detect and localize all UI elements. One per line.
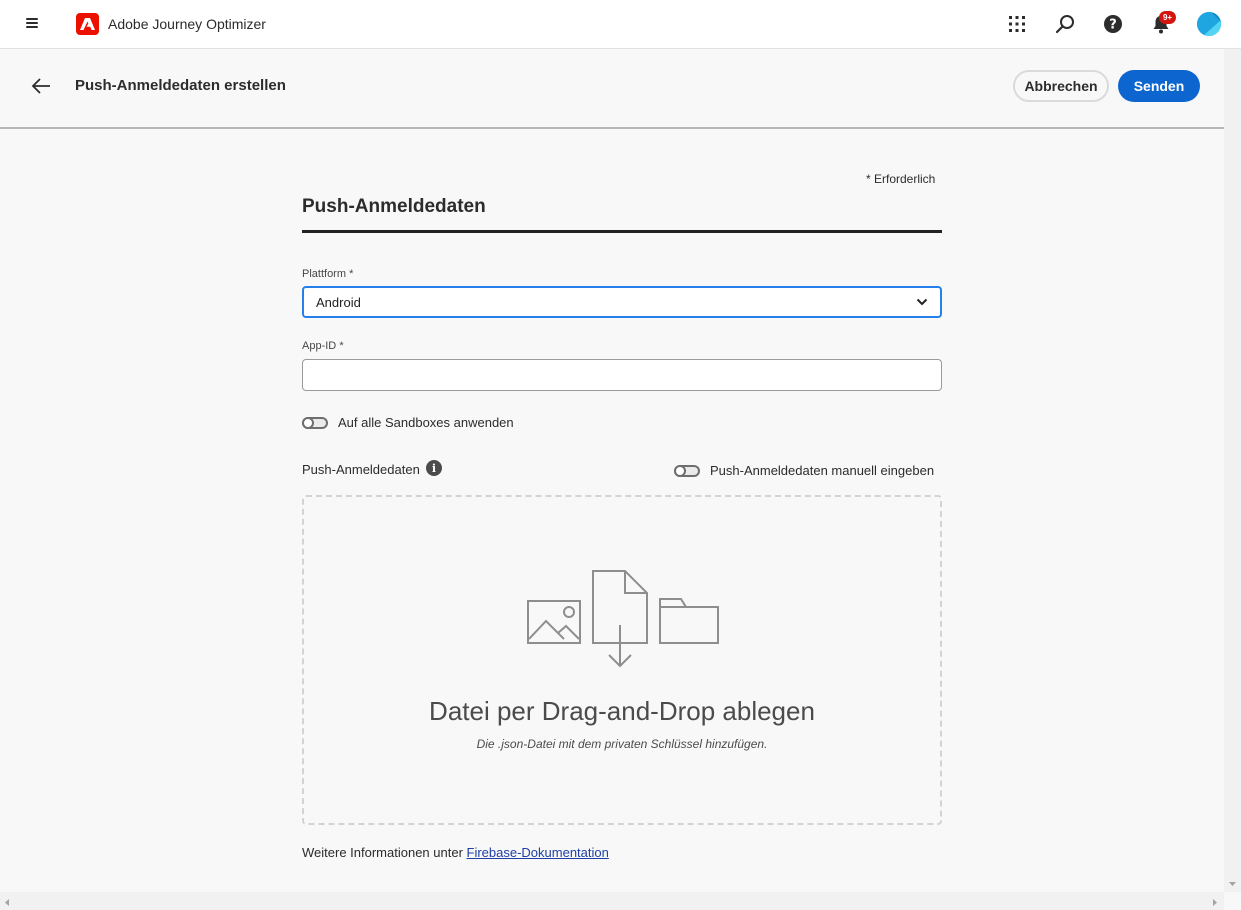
- back-arrow-icon[interactable]: [30, 75, 52, 97]
- section-divider: [302, 230, 942, 233]
- app-id-label: App-ID *: [302, 340, 344, 352]
- dropzone-subtitle: Die .json-Datei mit dem privaten Schlüss…: [476, 737, 768, 751]
- app-title[interactable]: Adobe Journey Optimizer: [108, 16, 266, 32]
- page-header: Push-Anmeldedaten erstellen Abbrechen Se…: [0, 49, 1224, 129]
- info-icon[interactable]: i: [426, 460, 442, 476]
- credentials-label: Push-Anmeldedaten: [302, 462, 420, 477]
- avatar[interactable]: [1197, 12, 1221, 36]
- scroll-down-arrow-icon[interactable]: [1228, 881, 1237, 887]
- horizontal-scrollbar[interactable]: [0, 892, 1224, 910]
- manual-entry-toggle-label: Push-Anmeldedaten manuell eingeben: [710, 463, 935, 478]
- cancel-button[interactable]: Abbrechen: [1013, 70, 1109, 102]
- scroll-left-arrow-icon[interactable]: [4, 898, 10, 907]
- manual-entry-toggle[interactable]: [674, 465, 700, 477]
- required-mark: *: [349, 268, 354, 280]
- scroll-right-arrow-icon[interactable]: [1212, 898, 1218, 907]
- search-icon[interactable]: [1053, 12, 1077, 36]
- help-icon[interactable]: ?: [1101, 12, 1125, 36]
- footer-prefix: Weitere Informationen unter: [302, 845, 467, 860]
- sandbox-toggle-label: Auf alle Sandboxes anwenden: [338, 415, 514, 430]
- svg-text:?: ?: [1109, 18, 1117, 33]
- required-note: * Erforderlich: [866, 172, 936, 186]
- firebase-docs-link[interactable]: Firebase-Dokumentation: [467, 845, 609, 860]
- section-title: Push-Anmeldedaten: [302, 196, 486, 217]
- menu-icon[interactable]: [24, 15, 40, 31]
- platform-select-value: Android: [316, 294, 361, 310]
- dropzone-title: Datei per Drag-and-Drop ablegen: [429, 696, 815, 726]
- adobe-logo-icon[interactable]: [76, 13, 99, 35]
- vertical-scrollbar[interactable]: [1224, 49, 1241, 892]
- platform-select[interactable]: Android: [302, 286, 942, 318]
- page-title: Push-Anmeldedaten erstellen: [75, 77, 286, 94]
- required-mark: *: [339, 340, 344, 352]
- sandbox-toggle[interactable]: [302, 417, 328, 429]
- chevron-down-icon: [916, 298, 928, 306]
- top-bar: Adobe Journey Optimizer ? 9+: [0, 0, 1241, 49]
- footer-info: Weitere Informationen unter Firebase-Dok…: [302, 845, 609, 860]
- platform-label: Plattform *: [302, 268, 354, 280]
- app-id-input[interactable]: [302, 359, 942, 391]
- apps-grid-icon[interactable]: [1005, 12, 1029, 36]
- file-upload-illustration-icon: [527, 570, 719, 668]
- file-dropzone[interactable]: Datei per Drag-and-Drop ablegen Die .jso…: [302, 495, 942, 825]
- notification-badge: 9+: [1159, 11, 1176, 24]
- send-button[interactable]: Senden: [1118, 70, 1200, 102]
